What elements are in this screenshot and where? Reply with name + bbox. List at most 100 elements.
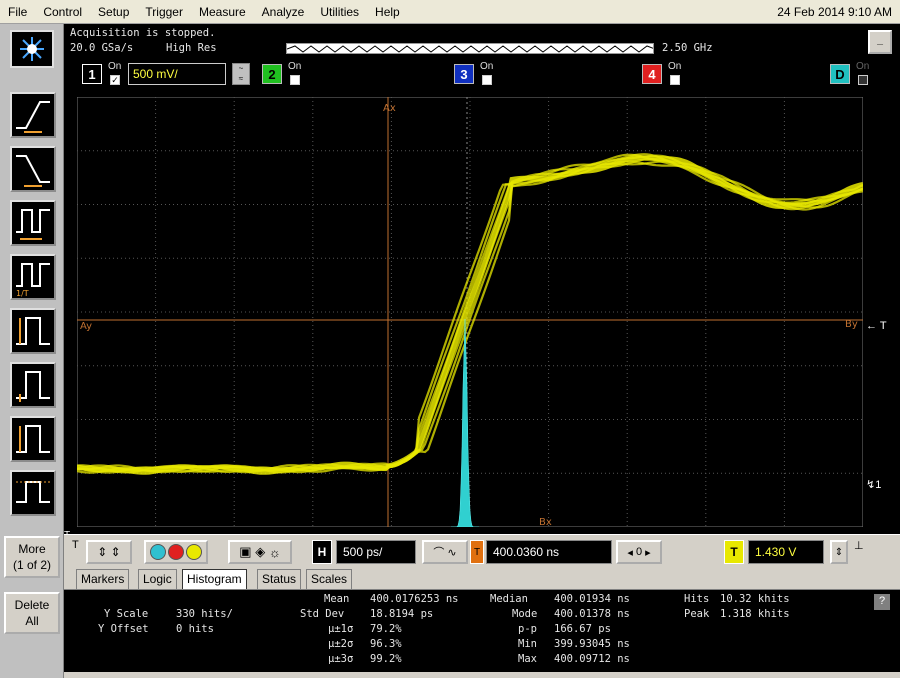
menu-setup[interactable]: Setup (90, 5, 137, 19)
coarse-icon[interactable]: ⌒ (433, 544, 444, 560)
menu-file[interactable]: File (0, 5, 35, 19)
menu-help[interactable]: Help (367, 5, 408, 19)
logo-icon[interactable] (10, 30, 54, 68)
trigger-level-button[interactable]: T (724, 540, 744, 564)
top-base-icon[interactable] (10, 470, 56, 516)
channel-3-on-label: On (480, 61, 494, 72)
fine-icon[interactable]: ∿ (447, 546, 456, 559)
coarse-fine-stepper[interactable]: ⌒ ∿ (422, 540, 468, 564)
digital-checkbox[interactable] (858, 75, 868, 85)
waveform-graticule[interactable]: Ax Ay Bx By (77, 97, 863, 527)
delay-left-icon[interactable]: ◂ (627, 546, 633, 559)
channel-1-scale[interactable]: 500 mV/ (128, 63, 226, 85)
channel-bar: 1 On ✓ 500 mV/ ~ ≈ 2 On 3 On 4 On D On (64, 58, 900, 92)
tab-logic[interactable]: Logic (138, 569, 177, 589)
brightness-icon[interactable]: ☼ (269, 545, 281, 560)
delay-nav[interactable]: ◂ 0 ▸ (616, 540, 662, 564)
cyan-color-icon[interactable] (150, 544, 166, 560)
help-button[interactable]: ? (874, 594, 890, 610)
menu-measure[interactable]: Measure (191, 5, 254, 19)
more-sub-label: (1 of 2) (12, 558, 51, 572)
menu-bar: File Control Setup Trigger Measure Analy… (0, 0, 900, 24)
menu-utilities[interactable]: Utilities (312, 5, 367, 19)
yellow-color-icon[interactable] (186, 544, 202, 560)
period-icon[interactable] (10, 200, 56, 246)
y-scale-value: 330 hits/ (176, 608, 233, 620)
time-delay[interactable]: 400.0360 ns (486, 540, 612, 564)
svg-text:1/T: 1/T (16, 289, 29, 298)
bandwidth: 2.50 GHz (662, 42, 713, 54)
color-selector[interactable] (144, 540, 208, 564)
channel-3-checkbox[interactable] (482, 75, 492, 85)
display-tools[interactable]: ▣ ◈ ☼ (228, 540, 292, 564)
horizontal-button[interactable]: H (312, 540, 332, 564)
median-label: Median (490, 593, 528, 605)
digital-channel-button[interactable]: D (830, 64, 850, 84)
results-tabs: Markers Logic Histogram Status Scales (64, 568, 900, 590)
histogram-results: Y Scale 330 hits/ Y Offset 0 hits Mean 4… (64, 590, 900, 672)
channel-1-checkbox[interactable]: ✓ (110, 75, 120, 85)
pp-label: p-p (518, 623, 537, 635)
frequency-icon[interactable]: 1/T (10, 254, 56, 300)
channel-1-ground-marker: ↯1 (866, 479, 882, 491)
delete-sub-label: All (25, 614, 39, 628)
hits-label: Hits (684, 593, 710, 605)
sample-rate: 20.0 GSa/s (70, 42, 134, 54)
menu-analyze[interactable]: Analyze (254, 5, 313, 19)
fall-time-icon[interactable] (10, 146, 56, 192)
amplitude-icon[interactable] (10, 362, 56, 408)
delay-right-icon[interactable]: ▸ (645, 546, 651, 559)
screenshot-icon[interactable]: ▣ (239, 544, 251, 560)
channel-2-button[interactable]: 2 (262, 64, 282, 84)
min-label: Min (518, 638, 537, 650)
delete-all-button[interactable]: Delete All (4, 592, 60, 634)
more-button[interactable]: More (1 of 2) (4, 536, 60, 578)
tab-markers[interactable]: Markers (76, 569, 130, 589)
marker-by-label: By (845, 319, 858, 330)
red-color-icon[interactable] (168, 544, 184, 560)
pp-value: 166.67 ps (554, 623, 611, 635)
max-value: 400.09712 ns (554, 653, 630, 665)
max-label: Max (518, 653, 537, 665)
tab-status[interactable]: Status (257, 569, 302, 589)
zoom-icon: ⇕ ⇕ (97, 545, 121, 559)
menu-trigger[interactable]: Trigger (137, 5, 191, 19)
pulse-width-icon[interactable] (10, 308, 56, 354)
acquisition-mode: High Res (166, 42, 217, 54)
tab-histogram[interactable]: Histogram (182, 569, 247, 589)
channel-4-button[interactable]: 4 (642, 64, 662, 84)
rise-time-icon[interactable] (10, 92, 56, 138)
channel-1-button[interactable]: 1 (82, 64, 102, 84)
sigma2-label: µ±2σ (328, 638, 354, 650)
trigger-slope-icon: ⊥ (854, 540, 864, 552)
peak-label: Peak (684, 608, 710, 620)
marker-ay-label: Ay (80, 321, 92, 332)
date-time: 24 Feb 2014 9:10 AM (777, 5, 892, 19)
channel-1-coupling-icon[interactable]: ~ ≈ (232, 63, 250, 85)
channel-4-checkbox[interactable] (670, 75, 680, 85)
mean-label: Mean (324, 593, 350, 605)
mode-label: Mode (512, 608, 538, 620)
persistence-icon[interactable]: ◈ (255, 544, 265, 560)
hits-value: 10.32 khits (720, 593, 790, 605)
trigger-level[interactable]: 1.430 V (748, 540, 824, 564)
channel-2-checkbox[interactable] (290, 75, 300, 85)
mode-value: 400.01378 ns (554, 608, 630, 620)
channel-3-button[interactable]: 3 (454, 64, 474, 84)
waveform-display[interactable]: Ax Ay Bx By T ← T ↯1 (64, 92, 900, 541)
trigger-delay-marker[interactable]: T (470, 540, 484, 564)
more-label: More (18, 542, 46, 556)
menu-control[interactable]: Control (35, 5, 90, 19)
trigger-ref-right: ← T (866, 320, 887, 332)
marker-bx-label: Bx (539, 517, 552, 527)
minimize-button[interactable]: _ (868, 30, 892, 54)
time-scale[interactable]: 500 ps/ (336, 540, 416, 564)
delay-center-label[interactable]: 0 (636, 546, 642, 558)
peak-to-peak-icon[interactable] (10, 416, 56, 462)
tab-scales[interactable]: Scales (306, 569, 353, 589)
trigger-level-stepper[interactable]: ⇕ (830, 540, 848, 564)
zoom-stepper[interactable]: ⇕ ⇕ (86, 540, 132, 564)
y-scale-label: Y Scale (104, 608, 149, 620)
digital-on-label: On (856, 61, 870, 72)
left-toolbar: 1/T More (1 of 2) Delete All (0, 24, 64, 678)
